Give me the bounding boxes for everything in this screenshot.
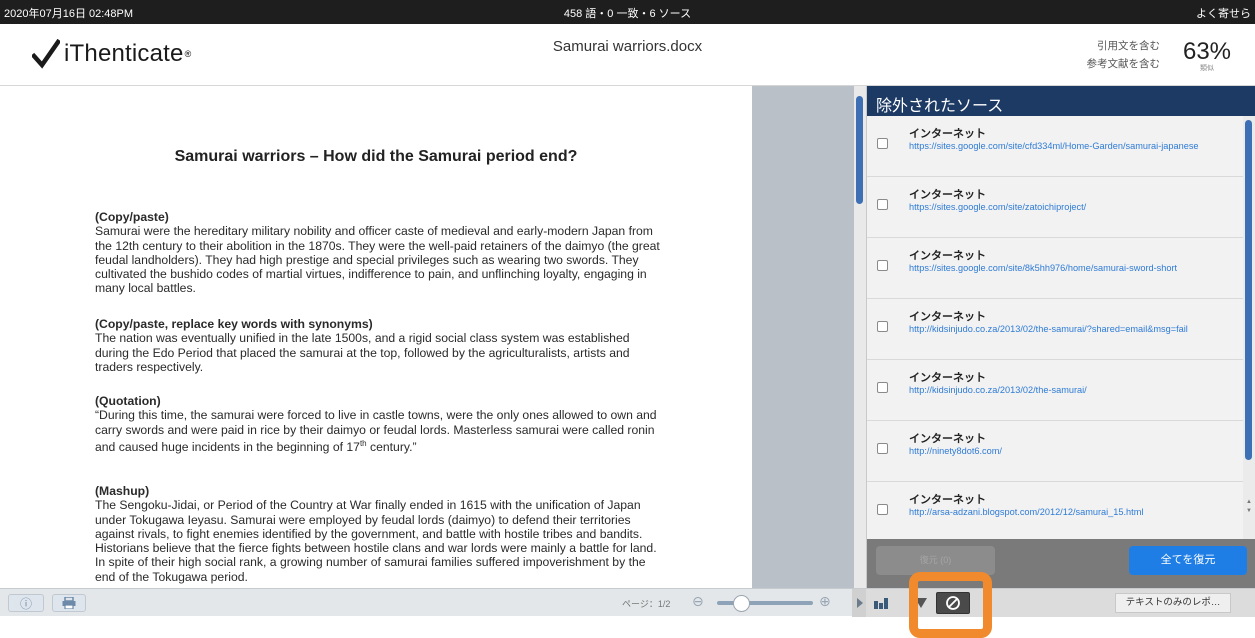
page-indicator: ページ：1/2 xyxy=(622,599,671,609)
document-heading: Samurai warriors – How did the Samurai p… xyxy=(174,148,578,165)
source-checkbox[interactable] xyxy=(877,443,888,454)
highlight-box xyxy=(909,572,992,638)
source-url[interactable]: https://sites.google.com/site/8k5hh976/h… xyxy=(909,262,1229,275)
zoom-slider-handle[interactable] xyxy=(733,595,750,612)
paragraph-heading: (Copy/paste, replace key words with syno… xyxy=(95,317,373,331)
ordinal-superscript: th xyxy=(359,438,367,448)
match-overview-icon[interactable] xyxy=(874,597,892,609)
document-scrollbar-thumb[interactable] xyxy=(856,96,863,204)
info-button[interactable]: ⓘ xyxy=(8,594,44,612)
paragraph-body: The Sengoku-Jidai, or Period of the Coun… xyxy=(95,498,657,584)
paragraph-body: The nation was eventually unified in the… xyxy=(95,331,630,374)
quotation-text-end: century.” xyxy=(366,439,417,454)
similarity-score[interactable]: 63% 類似 xyxy=(1171,38,1243,73)
include-quotes-label: 引用文を含む xyxy=(1097,40,1160,52)
source-type: インターネット xyxy=(909,128,986,140)
source-checkbox[interactable] xyxy=(877,504,888,515)
source-item[interactable]: インターネット https://sites.google.com/site/za… xyxy=(867,177,1243,238)
page-gutter xyxy=(752,86,854,588)
paragraph-mashup: (Mashup) The Sengoku-Jidai, or Period of… xyxy=(95,484,665,584)
source-checkbox[interactable] xyxy=(877,321,888,332)
status-bar: 2020年07月16日 02:48PM 458 語・0 一致・6 ソース よく寄… xyxy=(0,0,1255,24)
restore-all-button[interactable]: 全てを復元 xyxy=(1129,546,1247,575)
paragraph-heading: (Copy/paste) xyxy=(95,210,169,224)
document-viewer[interactable]: Samurai warriors – How did the Samurai p… xyxy=(0,86,752,588)
zoom-slider[interactable] xyxy=(717,601,813,605)
source-checkbox[interactable] xyxy=(877,199,888,210)
paragraph-body: “During this time, the samurai were forc… xyxy=(95,408,665,454)
source-type: インターネット xyxy=(909,494,986,506)
logo-registered-mark: ® xyxy=(184,49,192,59)
ithenticate-logo: iThenticate ® xyxy=(32,36,191,72)
source-item[interactable]: インターネット https://sites.google.com/site/8k… xyxy=(867,238,1243,299)
source-url[interactable]: http://kidsinjudo.co.za/2013/02/the-samu… xyxy=(909,323,1229,336)
source-type: インターネット xyxy=(909,250,986,262)
paragraph-quotation: (Quotation) “During this time, the samur… xyxy=(95,394,665,454)
document-stats: 458 語・0 一致・6 ソース xyxy=(563,8,692,20)
text-only-report-button[interactable]: テキストのみのレポ… xyxy=(1115,593,1231,613)
excluded-sources-panel: 除外されたソース インターネット https://sites.google.co… xyxy=(866,86,1255,588)
similarity-percent: 63% xyxy=(1182,38,1232,65)
checkmark-logo-icon xyxy=(32,39,60,69)
source-url[interactable]: http://arsa-adzani.blogspot.com/2012/12/… xyxy=(909,506,1229,519)
similarity-label: 類似 xyxy=(1200,65,1214,72)
source-item[interactable]: インターネット http://kidsinjudo.co.za/2013/02/… xyxy=(867,299,1243,360)
source-item[interactable]: インターネット https://sites.google.com/site/cf… xyxy=(867,116,1243,177)
restore-selected-button[interactable]: 復元 (0) xyxy=(876,546,995,575)
source-type: インターネット xyxy=(909,433,986,445)
zoom-in-icon[interactable]: ⊕ xyxy=(819,593,831,610)
scroll-arrows[interactable]: ▲ ▼ xyxy=(1246,498,1252,516)
source-type: インターネット xyxy=(909,372,986,384)
print-button[interactable] xyxy=(52,594,86,612)
filter-settings[interactable]: 引用文を含む 参考文献を含む xyxy=(1087,37,1161,73)
info-icon: ⓘ xyxy=(19,596,32,611)
source-url[interactable]: http://ninety8dot6.com/ xyxy=(909,445,1229,458)
paragraph-synonyms: (Copy/paste, replace key words with syno… xyxy=(95,317,665,374)
logo-text: iThenticate xyxy=(64,40,184,67)
paragraph-copy-paste: (Copy/paste) Samurai were the hereditary… xyxy=(95,210,665,296)
source-checkbox[interactable] xyxy=(877,138,888,149)
pane-divider[interactable] xyxy=(852,589,866,617)
expand-arrow-icon xyxy=(857,598,863,608)
source-item[interactable]: インターネット http://kidsinjudo.co.za/2013/02/… xyxy=(867,360,1243,421)
paragraph-heading: (Mashup) xyxy=(95,484,150,498)
source-url[interactable]: https://sites.google.com/site/cfd334ml/H… xyxy=(909,140,1229,153)
source-checkbox[interactable] xyxy=(877,260,888,271)
bottom-toolbar: ⓘ ページ：1/2 ⊖ ⊕ テキストのみのレポ… xyxy=(0,588,1255,617)
source-url[interactable]: https://sites.google.com/site/zatoichipr… xyxy=(909,201,1229,214)
source-item[interactable]: インターネット http://ninety8dot6.com/ xyxy=(867,421,1243,482)
source-item[interactable]: インターネット http://arsa-adzani.blogspot.com/… xyxy=(867,482,1243,539)
source-url[interactable]: http://kidsinjudo.co.za/2013/02/the-samu… xyxy=(909,384,1229,397)
source-list: インターネット https://sites.google.com/site/cf… xyxy=(867,116,1243,539)
faq-link[interactable]: よく寄せら xyxy=(1196,5,1251,21)
include-bibliography-label: 参考文献を含む xyxy=(1086,58,1161,70)
source-type: インターネット xyxy=(909,189,986,201)
paragraph-body: Samurai were the hereditary military nob… xyxy=(95,224,660,296)
source-type: インターネット xyxy=(909,311,986,323)
print-icon xyxy=(62,597,76,609)
zoom-out-icon[interactable]: ⊖ xyxy=(692,593,704,610)
panel-title: 除外されたソース xyxy=(867,86,1255,116)
header: iThenticate ® Samurai warriors.docx 引用文を含… xyxy=(0,24,1255,86)
paragraph-heading: (Quotation) xyxy=(95,394,161,408)
source-checkbox[interactable] xyxy=(877,382,888,393)
source-list-scrollbar-thumb[interactable] xyxy=(1245,120,1252,460)
